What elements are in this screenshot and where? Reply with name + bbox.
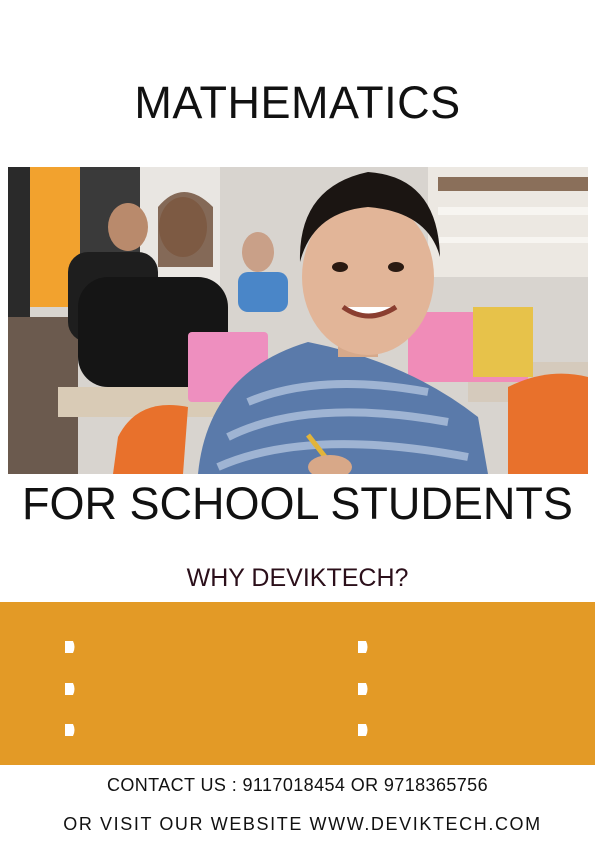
contact-line: CONTACT US : 9117018454 OR 9718365756 (106, 775, 489, 795)
play-bullet-icon (358, 641, 368, 653)
page-title: MATHEMATICS (134, 77, 461, 128)
why-heading: WHY DEVIKTECH? (186, 564, 409, 592)
website-line: OR VISIT OUR WEBSITE WWW.DEVIKTECH.COM (63, 814, 542, 834)
features-band (0, 602, 595, 765)
play-bullet-icon (65, 641, 75, 653)
play-bullet-icon (358, 683, 368, 695)
play-bullet-icon (358, 724, 368, 736)
page-subtitle: FOR SCHOOL STUDENTS (22, 478, 573, 529)
classroom-photo (8, 167, 588, 474)
play-bullet-icon (65, 724, 75, 736)
play-bullet-icon (65, 683, 75, 695)
